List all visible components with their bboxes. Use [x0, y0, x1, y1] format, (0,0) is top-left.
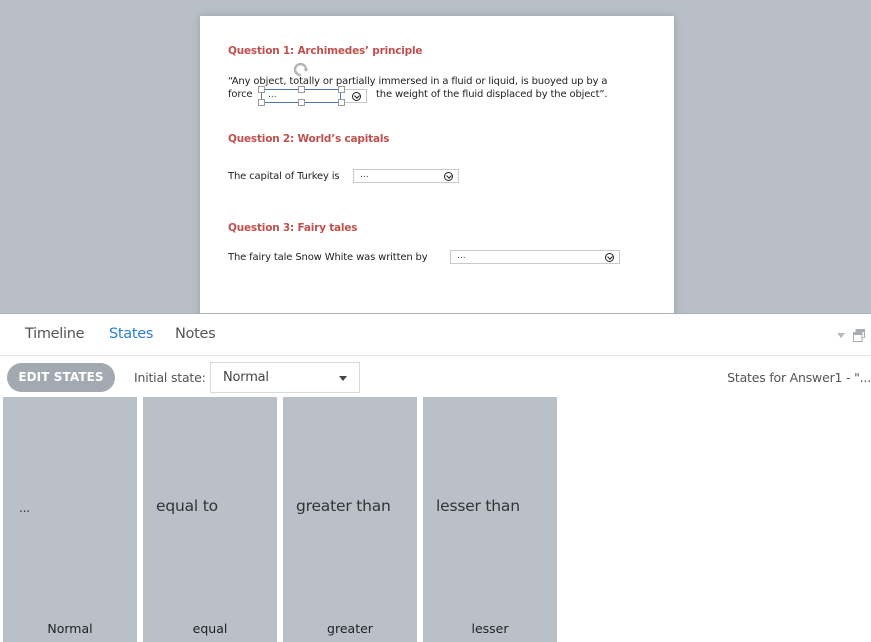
canvas-stage: Question 1: Archimedes’ principle “Any o…	[0, 0, 871, 314]
answer-3-value: ...	[457, 251, 466, 261]
tab-timeline[interactable]: Timeline	[25, 326, 85, 342]
state-card-equal[interactable]: equal to equal	[143, 397, 277, 642]
initial-state-label: Initial state:	[134, 370, 206, 385]
state-content: ...	[19, 501, 30, 515]
question-1-line-2-after: the weight of the fluid displaced by the…	[376, 89, 608, 100]
state-card-lesser[interactable]: lesser than lesser	[423, 397, 557, 642]
question-1-line-2-before: force	[228, 89, 253, 100]
resize-handle[interactable]	[258, 86, 265, 93]
question-3-title: Question 3: Fairy tales	[228, 222, 358, 234]
question-1-line-1: “Any object, totally or partially immers…	[228, 76, 608, 87]
state-content: greater than	[296, 497, 391, 515]
state-card-normal[interactable]: ... Normal	[3, 397, 137, 642]
state-content: equal to	[156, 497, 218, 515]
chevron-circle-down-icon[interactable]	[444, 172, 453, 181]
resize-handle[interactable]	[338, 99, 345, 106]
initial-state-value: Normal	[223, 370, 269, 385]
state-name: equal	[192, 621, 228, 636]
state-name: greater	[327, 621, 373, 636]
slide[interactable]: Question 1: Archimedes’ principle “Any o…	[200, 16, 674, 313]
question-2-text: The capital of Turkey is	[228, 171, 340, 182]
tab-notes[interactable]: Notes	[175, 326, 216, 342]
question-3-text: The fairy tale Snow White was written by	[228, 252, 428, 263]
state-name: Normal	[47, 621, 93, 636]
edit-states-button[interactable]: EDIT STATES	[7, 363, 115, 392]
caret-down-icon	[339, 376, 347, 381]
question-1-title: Question 1: Archimedes’ principle	[228, 45, 423, 57]
state-content: lesser than	[436, 497, 520, 515]
answer-2-value: ...	[360, 170, 369, 180]
resize-handle[interactable]	[338, 86, 345, 93]
answer-3-combobox[interactable]: ...	[450, 250, 620, 264]
initial-state-select[interactable]: Normal	[210, 362, 360, 393]
chevron-circle-down-icon[interactable]	[352, 92, 361, 101]
panel-tab-bar: Timeline States Notes	[0, 315, 871, 356]
resize-handle[interactable]	[298, 99, 305, 106]
panel-menu-icon[interactable]	[837, 333, 845, 338]
resize-handle[interactable]	[258, 99, 265, 106]
tab-states[interactable]: States	[109, 326, 153, 342]
panel-restore-icon[interactable]	[853, 329, 865, 342]
rotate-handle-icon[interactable]	[293, 61, 309, 77]
answer-2-combobox[interactable]: ...	[353, 169, 459, 183]
states-toolbar: EDIT STATES Initial state: Normal States…	[0, 357, 871, 397]
states-for-label: States for Answer1 - "...	[727, 370, 871, 385]
state-cards: ... Normal equal to equal greater than g…	[0, 397, 871, 642]
resize-handle[interactable]	[298, 86, 305, 93]
state-card-greater[interactable]: greater than greater	[283, 397, 417, 642]
chevron-circle-down-icon[interactable]	[605, 253, 614, 262]
question-2-title: Question 2: World’s capitals	[228, 133, 390, 145]
state-name: lesser	[471, 621, 509, 636]
